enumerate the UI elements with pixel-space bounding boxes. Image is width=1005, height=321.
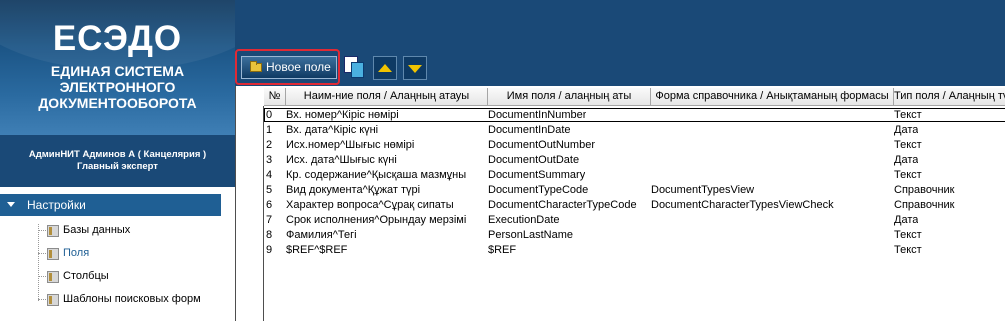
tree-item-label: Шаблоны поисковых форм <box>63 293 201 305</box>
cell-number: 7 <box>266 214 273 226</box>
new-field-label: Новое поле <box>266 60 331 74</box>
cell-number: 0 <box>266 109 273 121</box>
cell-number: 2 <box>266 139 273 151</box>
table-row[interactable]: 0 Вх. номер^Кіріс нөмірі DocumentInNumbe… <box>264 108 1005 122</box>
table-row[interactable]: 6 Характер вопроса^Сұрақ сипаты Document… <box>264 198 1005 212</box>
cell-caption: Срок исполнения^Орындау мерзімі <box>286 214 467 226</box>
tree-node-label: Настройки <box>27 198 86 212</box>
brand-subtitle-line: ЭЛЕКТРОННОГО <box>59 79 176 95</box>
table-row[interactable]: 5 Вид документа^Құжат түрі DocumentTypeC… <box>264 183 1005 197</box>
cell-type: Дата <box>894 124 919 136</box>
brand-subtitle-line: ДОКУМЕНТООБОРОТА <box>38 95 197 111</box>
user-name: АдминНИТ Админов А ( Канцелярия ) <box>28 149 207 160</box>
copy-pages-icon[interactable] <box>342 55 365 78</box>
cell-caption: Вх. дата^Кіріс күні <box>286 124 379 136</box>
cell-number: 9 <box>266 244 273 256</box>
cell-number: 3 <box>266 154 273 166</box>
table-row[interactable]: 8 Фамилия^Тегі PersonLastName Текст <box>264 228 1005 242</box>
arrow-down-icon <box>408 65 422 73</box>
cell-caption: Исх.номер^Шығыс нөмірі <box>286 139 415 151</box>
cell-name: $REF <box>488 244 517 256</box>
table-row[interactable]: 1 Вх. дата^Кіріс күні DocumentInDate Дат… <box>264 123 1005 137</box>
column-header-field-caption[interactable]: Наим-ние поля / Алаңның атауы <box>286 88 488 106</box>
cell-name: DocumentCharacterTypeCode <box>488 199 637 211</box>
column-header-field-name[interactable]: Имя поля / алаңның аты <box>488 88 651 106</box>
user-role: Главный эксперт <box>77 161 158 172</box>
cell-type: Текст <box>894 169 922 181</box>
folder-icon <box>47 225 59 237</box>
brand-logo: ЕСЭДО ЕДИНАЯ СИСТЕМА ЭЛЕКТРОННОГО ДОКУМЕ… <box>0 0 235 135</box>
cell-number: 5 <box>266 184 273 196</box>
cell-type: Справочник <box>894 184 955 196</box>
cell-caption: Кр. содержание^Қысқаша мазмұны <box>286 169 467 181</box>
fields-grid: № Наим-ние поля / Алаңның атауы Имя поля… <box>235 86 1005 321</box>
main-panel: Новое поле № Наим-ние поля / Алаңның ата… <box>235 0 1005 321</box>
cell-name: PersonLastName <box>488 229 573 241</box>
cell-caption: Характер вопроса^Сұрақ сипаты <box>286 199 454 211</box>
table-row[interactable]: 3 Исх. дата^Шығыс күні DocumentOutDate Д… <box>264 153 1005 167</box>
cell-form: DocumentCharacterTypesViewCheck <box>651 199 834 211</box>
cell-name: DocumentOutNumber <box>488 139 595 151</box>
cell-type: Дата <box>894 154 919 166</box>
cell-type: Текст <box>894 109 922 121</box>
cell-type: Текст <box>894 139 922 151</box>
folder-icon <box>47 271 59 283</box>
arrow-up-icon <box>378 64 392 72</box>
settings-tree: Настройки Базы данных Поля Столбцы Шабло… <box>0 187 235 321</box>
tree-item-label: Поля <box>63 247 90 259</box>
folder-open-icon <box>250 61 262 72</box>
column-header-directory-form[interactable]: Форма справочника / Анықтаманың формасы <box>651 88 894 106</box>
cell-caption: Вх. номер^Кіріс нөмірі <box>286 109 399 121</box>
cell-type: Справочник <box>894 199 955 211</box>
cell-caption: Исх. дата^Шығыс күні <box>286 154 397 166</box>
folder-icon <box>47 294 59 306</box>
cell-type: Дата <box>894 214 919 226</box>
left-panel: ЕСЭДО ЕДИНАЯ СИСТЕМА ЭЛЕКТРОННОГО ДОКУМЕ… <box>0 0 235 321</box>
table-row[interactable]: 7 Срок исполнения^Орындау мерзімі Execut… <box>264 213 1005 227</box>
grid-header: № Наим-ние поля / Алаңның атауы Имя поля… <box>264 88 1005 106</box>
folder-icon <box>47 248 59 260</box>
cell-name: DocumentInNumber <box>488 109 587 121</box>
move-down-button[interactable] <box>403 56 427 80</box>
cell-caption: Вид документа^Құжат түрі <box>286 184 421 196</box>
new-field-button[interactable]: Новое поле <box>241 56 337 79</box>
user-info: АдминНИТ Админов А ( Канцелярия ) Главны… <box>0 135 235 187</box>
brand-subtitle: ЕДИНАЯ СИСТЕМА ЭЛЕКТРОННОГО ДОКУМЕНТООБО… <box>0 63 235 111</box>
cell-caption: $REF^$REF <box>286 244 348 256</box>
tree-connector <box>38 224 39 301</box>
cell-number: 4 <box>266 169 273 181</box>
table-row[interactable]: 9 $REF^$REF $REF Текст <box>264 243 1005 257</box>
table-row[interactable]: 4 Кр. содержание^Қысқаша мазмұны Documen… <box>264 168 1005 182</box>
tree-item-label: Столбцы <box>63 270 109 282</box>
move-up-button[interactable] <box>373 56 397 80</box>
tree-item-label: Базы данных <box>63 224 131 236</box>
cell-number: 8 <box>266 229 273 241</box>
caret-down-icon[interactable] <box>7 202 15 207</box>
cell-number: 6 <box>266 199 273 211</box>
column-header-number[interactable]: № <box>264 88 286 106</box>
cell-name: DocumentSummary <box>488 169 586 181</box>
cell-name: ExecutionDate <box>488 214 560 226</box>
cell-form: DocumentTypesView <box>651 184 755 196</box>
cell-caption: Фамилия^Тегі <box>286 229 357 241</box>
cell-name: DocumentInDate <box>488 124 571 136</box>
cell-type: Текст <box>894 244 922 256</box>
tree-node-settings[interactable]: Настройки <box>0 194 221 216</box>
brand-subtitle-line: ЕДИНАЯ СИСТЕМА <box>50 63 185 79</box>
toolbar: Новое поле <box>235 0 1005 86</box>
brand-title: ЕСЭДО <box>52 19 183 58</box>
table-row[interactable]: 2 Исх.номер^Шығыс нөмірі DocumentOutNumb… <box>264 138 1005 152</box>
column-header-field-type[interactable]: Тип поля / Алаңның түрі <box>894 88 1005 106</box>
cell-type: Текст <box>894 229 922 241</box>
cell-number: 1 <box>266 124 273 136</box>
cell-name: DocumentOutDate <box>488 154 580 166</box>
cell-name: DocumentTypeCode <box>488 184 589 196</box>
